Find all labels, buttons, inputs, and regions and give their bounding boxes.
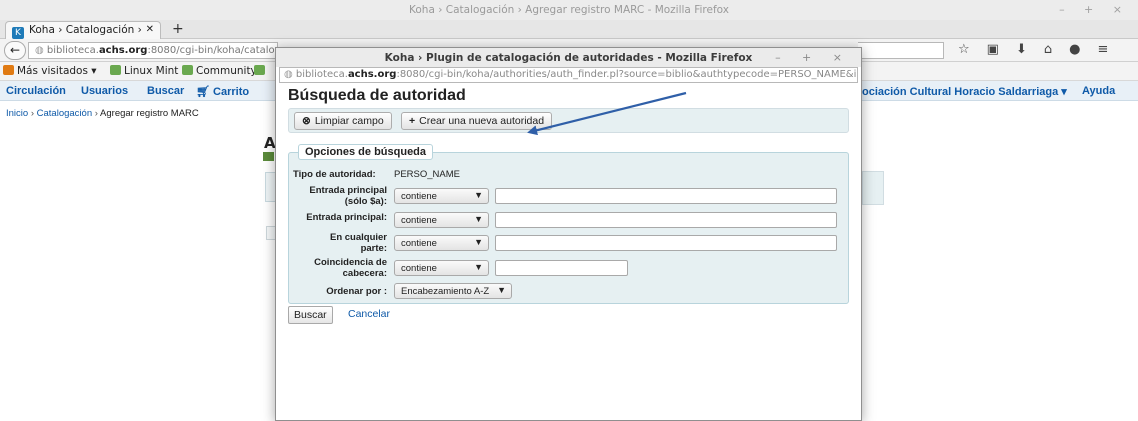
tab-koha-catalogacion[interactable]: KKoha › Catalogación › Agr… ✕	[5, 21, 161, 51]
dropdown-arrow-icon: ▼	[497, 285, 506, 295]
home-icon[interactable]: ⌂	[1044, 42, 1069, 57]
plus-icon: +	[409, 115, 416, 127]
search-options-legend: Opciones de búsqueda	[298, 144, 434, 160]
reading-list-icon[interactable]: ▣	[987, 42, 1016, 57]
popup-url-bar[interactable]: ◍ biblioteca.achs.org:8080/cgi-bin/koha/…	[279, 67, 858, 83]
cancel-link[interactable]: Cancelar	[348, 308, 390, 320]
chat-icon[interactable]: ●	[1069, 42, 1097, 57]
globe-icon: ◍	[35, 45, 47, 56]
authority-type-value: PERSO_NAME	[394, 169, 460, 180]
popup-window-controls[interactable]: – + ×	[775, 51, 851, 64]
sort-label: Ordenar por :	[326, 286, 387, 297]
dropdown-arrow-icon: ▼	[474, 190, 483, 200]
popup-titlebar: Koha › Plugin de catalogación de autorid…	[276, 48, 861, 67]
koha-favicon-icon: K	[12, 27, 24, 39]
clear-field-button[interactable]: ⊗ Limpiar campo	[294, 112, 392, 130]
search-button[interactable]: Buscar	[288, 306, 333, 324]
sort-order-select[interactable]: Encabezamiento A-Z ▼	[394, 283, 512, 299]
download-icon[interactable]: ⬇	[1016, 42, 1044, 57]
new-tab-button[interactable]: +	[172, 21, 184, 37]
anywhere-operator-select[interactable]: contiene ▼	[394, 235, 489, 251]
main-window-title: Koha › Catalogación › Agregar registro M…	[409, 4, 729, 16]
folder-icon	[3, 65, 14, 75]
main-entry-label: Entrada principal:	[306, 212, 387, 223]
bookmark-partial[interactable]	[254, 65, 268, 77]
globe-icon: ◍	[284, 69, 296, 80]
main-entry-input[interactable]	[495, 212, 837, 228]
back-button[interactable]: ←	[4, 41, 26, 60]
dropdown-arrow-icon: ▼	[474, 237, 483, 247]
breadcrumb-home[interactable]: Inicio	[6, 108, 28, 119]
menu-icon[interactable]: ≡	[1097, 42, 1125, 57]
background-right-panel	[862, 171, 884, 205]
authority-toolbar: ⊗ Limpiar campo + Crear una nueva autorida…	[288, 108, 849, 133]
nav-carrito[interactable]: 🛒︎ Carrito	[196, 85, 249, 98]
anywhere-label: En cualquier parte:	[329, 232, 387, 254]
mint-icon	[254, 65, 265, 75]
nav-ayuda[interactable]: Ayuda	[1082, 85, 1115, 97]
nav-usuarios[interactable]: Usuarios	[81, 85, 128, 97]
page-title: Búsqueda de autoridad	[288, 87, 466, 104]
url-prefix: biblioteca.	[46, 45, 99, 56]
anywhere-input[interactable]	[495, 235, 837, 251]
new-authority-button[interactable]: + Crear una nueva autoridad	[401, 112, 553, 130]
cart-icon: 🛒︎	[196, 86, 210, 98]
tab-close-icon[interactable]: ✕	[146, 24, 154, 35]
authority-plugin-popup: Koha › Plugin de catalogación de autorid…	[275, 47, 862, 421]
background-heading-fragment: A	[264, 134, 276, 152]
clear-circle-icon: ⊗	[302, 115, 311, 127]
search-bar[interactable]	[858, 42, 944, 59]
breadcrumb-current: Agregar registro MARC	[100, 108, 199, 119]
popup-content: Búsqueda de autoridad ⊗ Limpiar campo + Cr…	[276, 84, 861, 420]
bookmark-star-icon[interactable]: ☆	[958, 42, 987, 57]
nav-buscar[interactable]: Buscar	[147, 85, 184, 97]
heading-match-input[interactable]	[495, 260, 628, 276]
mint-icon	[182, 65, 193, 75]
popup-title: Koha › Plugin de catalogación de autorid…	[384, 52, 753, 64]
heading-match-operator-select[interactable]: contiene ▼	[394, 260, 489, 276]
main-entry-a-operator-select[interactable]: contiene ▼	[394, 188, 489, 204]
toolbar-icons: ☆▣⬇⌂●≡	[958, 42, 1125, 57]
main-window-titlebar: Koha › Catalogación › Agregar registro M…	[0, 0, 1138, 20]
search-options-fieldset: Opciones de búsqueda Tipo de autoridad: …	[288, 144, 849, 304]
nav-circulacion[interactable]: Circulación	[6, 85, 66, 97]
main-entry-operator-select[interactable]: contiene ▼	[394, 212, 489, 228]
main-window-controls[interactable]: – + ×	[1059, 3, 1130, 16]
heading-match-label: Coincidencia de cabecera:	[314, 257, 387, 279]
nav-library-selector[interactable]: ociación Cultural Horacio Saldarriaga ▾	[862, 85, 1067, 98]
breadcrumb: Inicio › Catalogación › Agregar registro…	[6, 108, 199, 119]
url-host: achs.org	[98, 45, 148, 56]
url-bar[interactable]: ◍ biblioteca.achs.org:8080/cgi-bin/koha/…	[28, 42, 278, 59]
main-entry-a-label: Entrada principal (sólo $a):	[309, 185, 387, 207]
background-icon-fragment	[263, 152, 274, 161]
authority-type-label: Tipo de autoridad:	[293, 169, 376, 180]
bookmark-linux-mint[interactable]: Linux Mint	[110, 65, 178, 77]
main-entry-a-input[interactable]	[495, 188, 837, 204]
mint-icon	[110, 65, 121, 75]
bookmark-most-visited[interactable]: Más visitados ▾	[3, 65, 97, 77]
breadcrumb-catalog[interactable]: Catalogación	[37, 108, 92, 119]
dropdown-arrow-icon: ▼	[474, 214, 483, 224]
back-arrow-icon: ←	[9, 43, 21, 57]
dropdown-arrow-icon: ▼	[474, 262, 483, 272]
tab-strip: KKoha › Catalogación › Agr… ✕ +	[0, 20, 1138, 51]
bookmark-community[interactable]: Community	[182, 65, 257, 77]
url-suffix: :8080/cgi-bin/koha/catalogu	[147, 45, 278, 56]
